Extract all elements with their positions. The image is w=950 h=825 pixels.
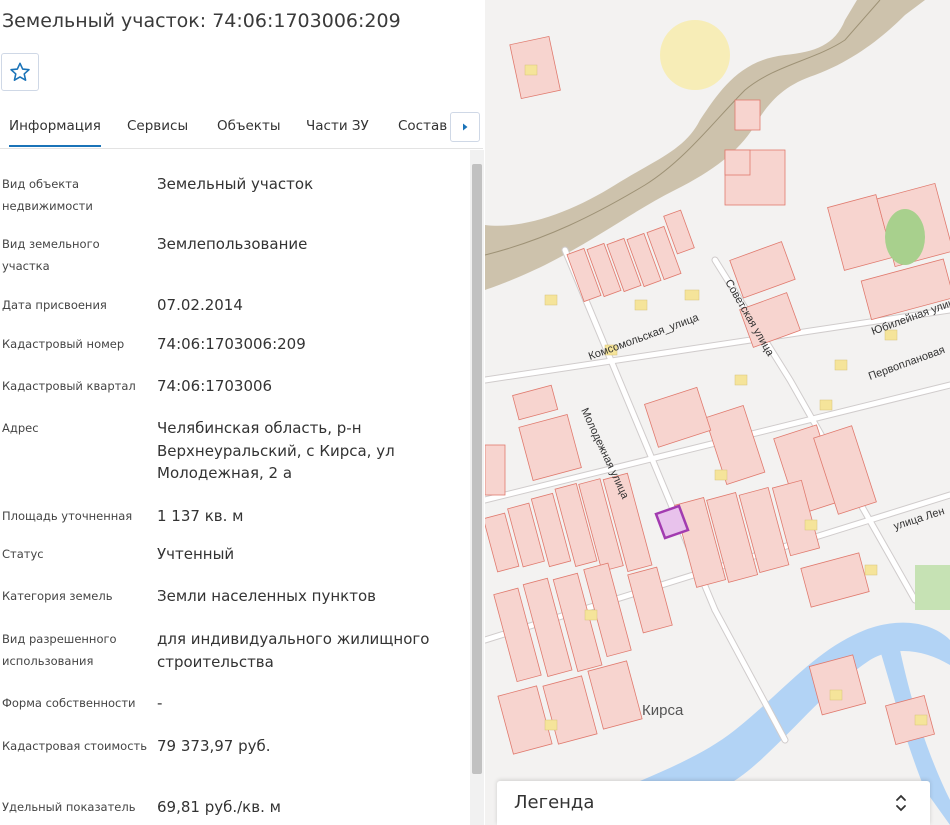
info-list: Вид объекта недвижимости Земельный участ…	[0, 150, 470, 825]
tabs-scroll-right-button[interactable]	[450, 112, 480, 142]
chevron-up-down-icon[interactable]	[894, 791, 908, 815]
building	[864, 564, 878, 576]
info-value: для индивидуального жилищного строительс…	[157, 630, 430, 671]
info-label: Категория земель	[2, 589, 113, 603]
scrollbar-thumb[interactable]	[472, 164, 482, 774]
info-value: Земельный участок	[157, 175, 314, 193]
parcel	[734, 99, 761, 131]
building	[829, 689, 843, 701]
info-value: Учтенный	[157, 545, 235, 563]
info-panel: Земельный участок: 74:06:1703006:209 Инф…	[0, 0, 485, 825]
caret-right-icon	[463, 123, 468, 131]
tab-bar: Информация Сервисы Объекты Части ЗУ Сост…	[0, 110, 483, 149]
map-canvas[interactable]: Комсомольская_улица Советская улица Моло…	[485, 0, 950, 825]
building	[834, 359, 848, 371]
legend-panel[interactable]: Легенда	[497, 781, 930, 825]
info-label: Кадастровый квартал	[2, 379, 136, 393]
building	[524, 64, 538, 76]
star-outline-icon	[10, 62, 30, 81]
info-label: Вид объекта недвижимости	[2, 177, 93, 213]
info-value: Земли населенных пунктов	[157, 587, 376, 605]
info-label: Кадастровая стоимость	[2, 739, 148, 753]
info-label: Адрес	[2, 421, 39, 435]
building	[544, 719, 558, 731]
place-label: Кирса	[642, 702, 684, 719]
legend-title: Легенда	[514, 792, 595, 813]
tab-objects[interactable]: Объекты	[217, 118, 280, 134]
info-value: Челябинская область, р-н Верхнеуральский…	[157, 419, 395, 482]
building	[804, 519, 818, 531]
info-value: 74:06:1703006	[157, 377, 273, 395]
info-value: Землепользование	[157, 235, 308, 253]
info-value: 74:06:1703006:209	[157, 335, 306, 353]
tab-parts[interactable]: Части ЗУ	[306, 118, 369, 134]
tab-composition[interactable]: Состав	[398, 118, 447, 134]
info-scrollbar[interactable]	[470, 150, 484, 825]
page-title: Земельный участок: 74:06:1703006:209	[2, 10, 401, 32]
stadium	[885, 209, 925, 265]
building	[584, 609, 598, 621]
cadastral-map[interactable]: Комсомольская_улица Советская улица Моло…	[485, 0, 950, 825]
parcel	[724, 149, 751, 176]
marker-circle	[660, 20, 730, 90]
building	[544, 294, 558, 306]
tab-services[interactable]: Сервисы	[127, 118, 188, 134]
building	[914, 714, 928, 726]
info-label: Вид земельного участка	[2, 237, 100, 273]
info-label: Дата присвоения	[2, 298, 107, 312]
info-label: Удельный показатель	[2, 800, 136, 814]
building	[819, 399, 833, 411]
favorite-button[interactable]	[1, 53, 39, 91]
info-value: -	[157, 694, 163, 712]
info-label: Кадастровый номер	[2, 337, 125, 351]
building	[734, 374, 748, 386]
info-label: Вид разрешенного использования	[2, 632, 117, 668]
building	[684, 289, 700, 301]
info-label: Площадь уточненная	[2, 509, 133, 523]
info-value: 1 137 кв. м	[157, 507, 244, 525]
green-area	[915, 565, 950, 610]
info-value: 79 373,97 руб.	[157, 737, 271, 755]
parcel	[485, 444, 506, 496]
building	[634, 299, 648, 311]
info-value: 69,81 руб./кв. м	[157, 798, 281, 816]
info-label: Статус	[2, 547, 44, 561]
info-value: 07.02.2014	[157, 296, 243, 314]
tab-information[interactable]: Информация	[9, 118, 101, 147]
building	[714, 469, 728, 481]
info-label: Форма собственности	[2, 696, 136, 710]
